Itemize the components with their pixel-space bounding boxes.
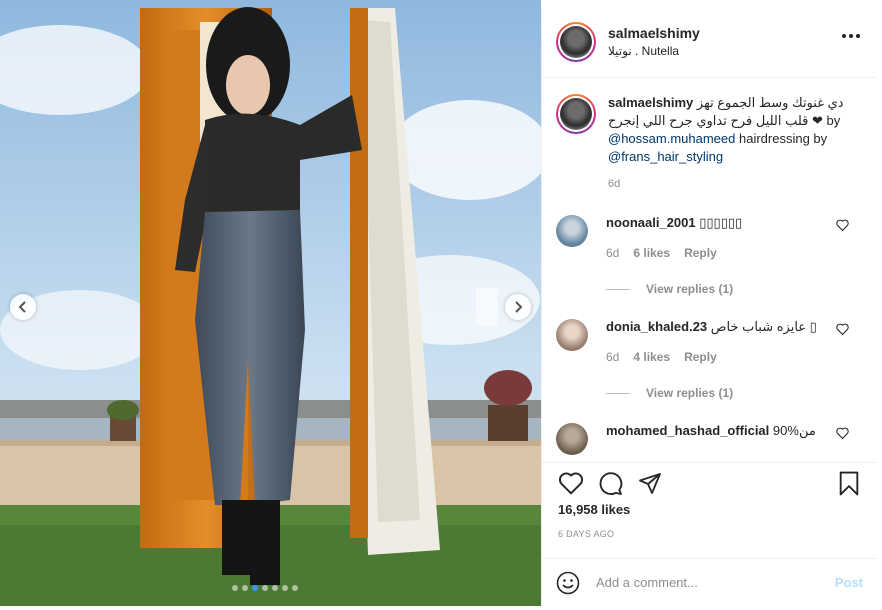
caption-avatar[interactable] <box>556 94 596 134</box>
caption-text-3: hairdressing by <box>735 131 828 146</box>
view-replies-button[interactable]: View replies (1) <box>606 385 836 401</box>
action-bar <box>542 462 877 498</box>
post-comment-button[interactable]: Post <box>835 575 863 590</box>
previous-slide-button[interactable] <box>10 294 36 320</box>
comment-like-heart-icon[interactable] <box>836 219 849 231</box>
comments-list[interactable]: salmaelshimy دي غنوتك وسط الجموع تهز قلب… <box>542 78 877 456</box>
post-location[interactable]: نوتيلا . Nutella <box>608 44 700 58</box>
post-date[interactable]: 6 DAYS AGO <box>558 529 614 539</box>
commenter-username[interactable]: donia_khaled.23 <box>606 319 707 334</box>
caption: salmaelshimy دي غنوتك وسط الجموع تهز قلب… <box>556 94 863 193</box>
comment-item: mohamed_hashad_official 90%من <box>556 423 863 455</box>
emoji-icon[interactable] <box>556 571 580 595</box>
comment-time[interactable]: 6d <box>606 349 619 365</box>
commenter-username[interactable]: noonaali_2001 <box>606 215 696 230</box>
view-replies-label: View replies (1) <box>646 386 734 400</box>
avatar-image <box>560 98 592 130</box>
add-comment-bar: Add a comment... Post <box>542 558 877 606</box>
share-icon[interactable] <box>638 471 662 495</box>
comment-text: ▯▯▯▯▯▯ <box>699 215 743 230</box>
carousel-dot <box>252 585 258 591</box>
caption-text-1: دي غنوتك وسط الجموع تهز <box>696 95 844 110</box>
next-slide-button[interactable] <box>505 294 531 320</box>
post-header: salmaelshimy نوتيلا . Nutella <box>542 6 876 78</box>
chevron-right-icon <box>515 301 523 313</box>
likes-count[interactable]: 16,958 likes <box>558 502 630 517</box>
avatar-image <box>560 25 592 58</box>
bookmark-icon[interactable] <box>838 471 860 496</box>
comment-item: donia_khaled.23 عايزه شباب خاص ▯ 6d 4 li… <box>556 319 863 401</box>
post-photo <box>0 0 541 606</box>
reply-button[interactable]: Reply <box>684 349 717 365</box>
post-sidebar: salmaelshimy نوتيلا . Nutella salmaelshi… <box>541 6 877 606</box>
carousel-indicator <box>232 585 298 591</box>
reply-button[interactable]: Reply <box>684 245 717 261</box>
caption-timestamp[interactable]: 6d <box>608 175 844 193</box>
caption-text-2: قلب الليل فرح تداوي جرح اللي إنجرح ❤ by <box>608 113 841 128</box>
carousel-dot <box>282 585 288 591</box>
heart-icon[interactable] <box>558 471 584 495</box>
comment-text: عايزه شباب خاص ▯ <box>710 319 817 334</box>
carousel-dot <box>292 585 298 591</box>
comment-like-heart-icon[interactable] <box>836 427 849 439</box>
caption-username[interactable]: salmaelshimy <box>608 95 693 110</box>
author-avatar[interactable] <box>556 21 596 62</box>
commenter-avatar[interactable] <box>556 319 588 351</box>
comment-icon[interactable] <box>598 471 623 496</box>
comment-time[interactable]: 6d <box>606 245 619 261</box>
mention-hossam[interactable]: @hossam.muhameed <box>608 131 735 146</box>
more-options-icon[interactable] <box>842 34 860 38</box>
comment-text: 90%من <box>772 423 816 438</box>
comment-like-heart-icon[interactable] <box>836 323 849 335</box>
author-username[interactable]: salmaelshimy <box>608 25 700 41</box>
commenter-avatar[interactable] <box>556 423 588 455</box>
view-replies-button[interactable]: View replies (1) <box>606 281 836 297</box>
view-replies-label: View replies (1) <box>646 282 734 296</box>
carousel-dot <box>272 585 278 591</box>
carousel-dot <box>232 585 238 591</box>
carousel-dot <box>262 585 268 591</box>
chevron-left-icon <box>18 301 26 313</box>
commenter-avatar[interactable] <box>556 215 588 247</box>
carousel-dot <box>242 585 248 591</box>
comment-likes[interactable]: 6 likes <box>633 245 670 261</box>
comment-item: noonaali_2001 ▯▯▯▯▯▯ 6d 6 likes Reply Vi… <box>556 215 863 297</box>
comment-likes[interactable]: 4 likes <box>633 349 670 365</box>
post-media[interactable] <box>0 0 541 606</box>
comment-input[interactable]: Add a comment... <box>596 575 835 590</box>
commenter-username[interactable]: mohamed_hashad_official <box>606 423 769 438</box>
mention-frans[interactable]: @frans_hair_styling <box>608 149 723 164</box>
